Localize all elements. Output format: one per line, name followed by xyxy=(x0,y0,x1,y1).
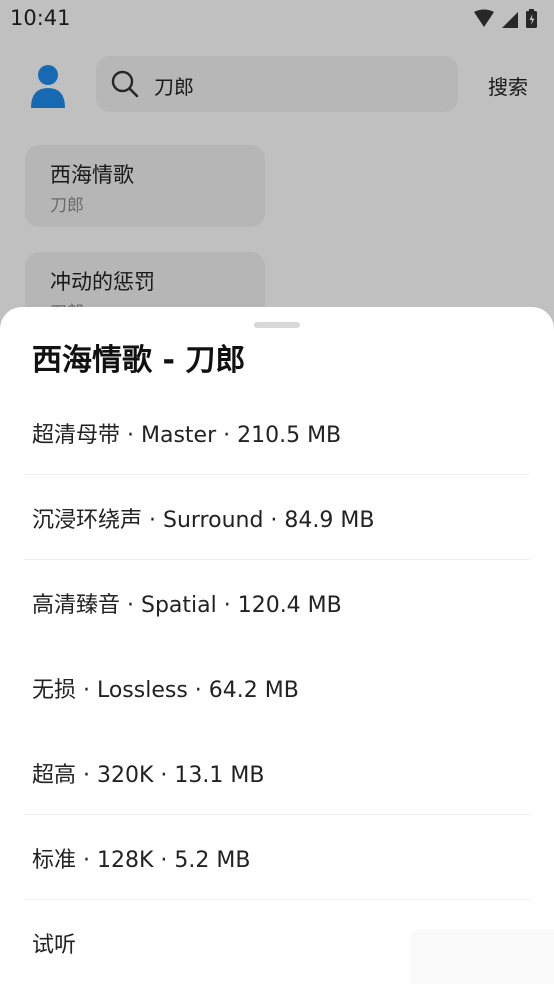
background-overlay-patch xyxy=(410,929,554,984)
quality-option[interactable]: 无损 · Lossless · 64.2 MB xyxy=(24,645,530,730)
quality-option-label: 超高 · 320K · 13.1 MB xyxy=(32,763,265,788)
quality-option-label: 标准 · 128K · 5.2 MB xyxy=(32,848,251,873)
quality-option[interactable]: 标准 · 128K · 5.2 MB xyxy=(24,815,530,900)
quality-option-label: 超清母带 · Master · 210.5 MB xyxy=(32,423,342,448)
quality-option[interactable]: 沉浸环绕声 · Surround · 84.9 MB xyxy=(24,475,530,560)
quality-option[interactable]: 超高 · 320K · 13.1 MB xyxy=(24,730,530,815)
quality-option-label: 试听 xyxy=(32,933,77,958)
quality-options-list: 超清母带 · Master · 210.5 MB 沉浸环绕声 · Surroun… xyxy=(24,390,530,984)
quality-option[interactable]: 高清臻音 · Spatial · 120.4 MB xyxy=(24,560,530,645)
quality-bottom-sheet: 西海情歌 - 刀郎 超清母带 · Master · 210.5 MB 沉浸环绕声… xyxy=(0,307,554,984)
quality-option-label: 无损 · Lossless · 64.2 MB xyxy=(32,678,299,703)
quality-option-label: 高清臻音 · Spatial · 120.4 MB xyxy=(32,593,342,618)
quality-option-label: 沉浸环绕声 · Surround · 84.9 MB xyxy=(32,508,375,533)
sheet-title: 西海情歌 - 刀郎 xyxy=(32,343,246,378)
sheet-drag-handle[interactable] xyxy=(254,322,300,328)
quality-option[interactable]: 超清母带 · Master · 210.5 MB xyxy=(24,390,530,475)
